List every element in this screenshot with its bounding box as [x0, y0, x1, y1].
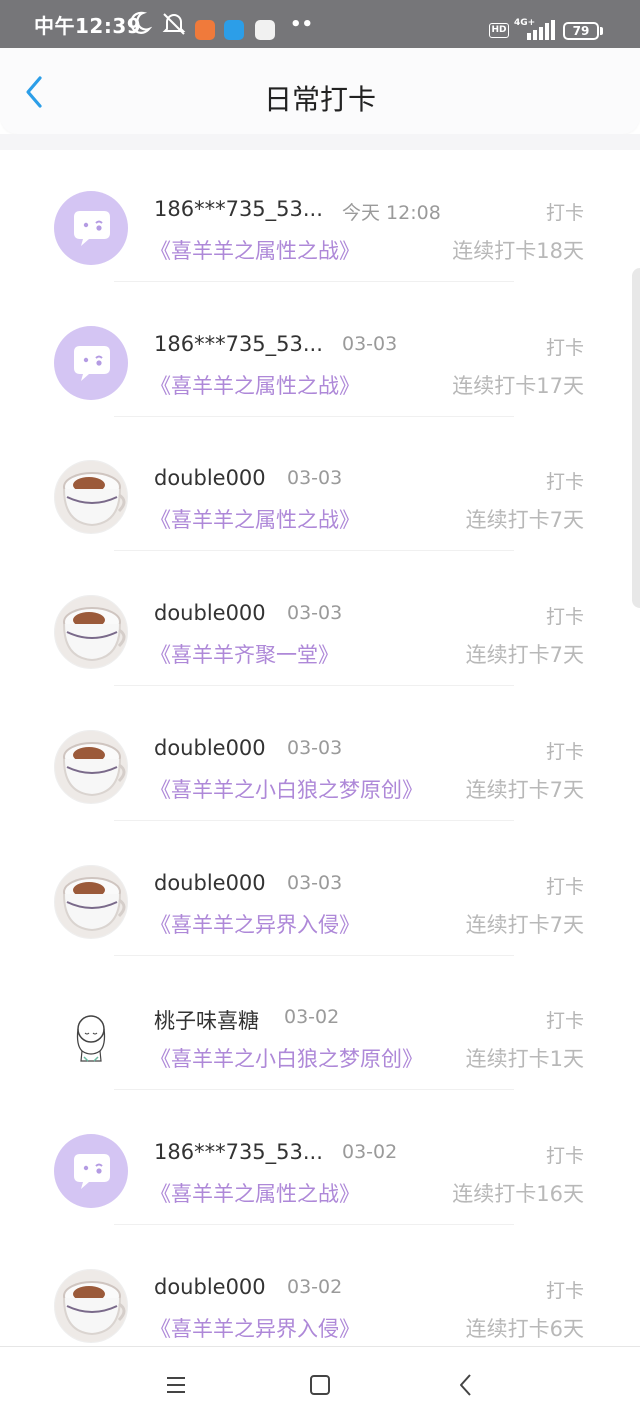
book-title-link[interactable]: 《喜羊羊之属性之战》: [150, 504, 360, 534]
user-name[interactable]: 186***735_53...: [154, 332, 323, 356]
checkin-time: 03-03: [342, 332, 398, 355]
list-item[interactable]: double000 03-03 打卡《喜羊羊之异界入侵》 连续打卡7天: [0, 824, 640, 959]
streak-count: 连续打卡7天: [465, 508, 584, 533]
checkin-label: 打卡: [545, 1279, 584, 1302]
streak-count: 连续打卡6天: [465, 1316, 584, 1341]
home-square-icon[interactable]: [302, 1369, 338, 1401]
checkin-time: 03-03: [287, 736, 343, 759]
divider: [114, 415, 514, 417]
user-name[interactable]: double000: [154, 1275, 266, 1299]
checkin-time: 03-03: [287, 467, 343, 490]
avatar[interactable]: [54, 1268, 128, 1343]
avatar[interactable]: [54, 595, 128, 670]
checkin-label: 打卡: [545, 875, 584, 898]
send-app-icon: [224, 20, 244, 40]
user-name[interactable]: double000: [154, 601, 266, 625]
checkin-label: 打卡: [545, 740, 584, 763]
checkin-label: 打卡: [545, 336, 584, 359]
book-title-link[interactable]: 《喜羊羊之小白狼之梦原创》: [150, 1043, 423, 1073]
header-separator: [0, 134, 640, 150]
chat-app-icon: [255, 20, 275, 40]
back-chevron-icon[interactable]: [448, 1369, 484, 1401]
divider: [114, 281, 514, 282]
checkin-label: 打卡: [545, 606, 584, 629]
book-title-link[interactable]: 《喜羊羊之异界入侵》: [150, 1313, 360, 1343]
checkin-time: 03-02: [287, 1275, 343, 1298]
checkin-time: 03-02: [284, 1006, 340, 1029]
checkin-label: 打卡: [545, 1010, 584, 1033]
avatar[interactable]: [54, 191, 128, 265]
list-item[interactable]: 186***735_53... 03-02 打卡《喜羊羊之属性之战》 连续打卡16天: [0, 1093, 640, 1228]
hd-badge: HD: [489, 23, 509, 38]
app-notification-icon: [195, 20, 215, 40]
list-item[interactable]: double000 03-03 打卡《喜羊羊齐聚一堂》 连续打卡7天: [0, 554, 640, 689]
list-item[interactable]: 186***735_53... 03-03 打卡《喜羊羊之属性之战》 连续打卡17天: [0, 285, 640, 420]
avatar[interactable]: [54, 999, 128, 1074]
status-bar: 中午12:39 •• HD 4G+ 79: [0, 0, 640, 48]
book-title-link[interactable]: 《喜羊羊之属性之战》: [150, 370, 360, 400]
divider: [114, 1223, 514, 1225]
checkin-time: 03-03: [287, 871, 343, 894]
streak-count: 连续打卡7天: [465, 912, 584, 937]
more-notifications-icon: ••: [290, 14, 314, 35]
checkin-time: 03-03: [287, 602, 343, 625]
user-name[interactable]: double000: [154, 466, 266, 490]
streak-count: 连续打卡7天: [465, 643, 584, 668]
streak-count: 连续打卡18天: [452, 239, 584, 263]
avatar[interactable]: [54, 460, 128, 535]
book-title-link[interactable]: 《喜羊羊齐聚一堂》: [150, 639, 339, 669]
system-navigation-bar: [0, 1346, 640, 1422]
checkin-label: 打卡: [545, 471, 584, 494]
book-title-link[interactable]: 《喜羊羊之属性之战》: [150, 1178, 360, 1208]
page-header: 日常打卡: [0, 48, 640, 134]
signal-icon: [527, 20, 555, 40]
book-title-link[interactable]: 《喜羊羊之属性之战》: [150, 235, 360, 265]
divider: [114, 954, 514, 956]
list-item[interactable]: double000 03-02 打卡《喜羊羊之异界入侵》 连续打卡6天: [0, 1228, 640, 1363]
streak-count: 连续打卡17天: [452, 373, 584, 398]
divider: [114, 685, 514, 687]
avatar[interactable]: [54, 1133, 128, 1208]
book-title-link[interactable]: 《喜羊羊之异界入侵》: [150, 909, 360, 939]
book-title-link[interactable]: 《喜羊羊之小白狼之梦原创》: [150, 774, 423, 804]
list-item[interactable]: 186***735_53... 今天 12:08 打卡《喜羊羊之属性之战》 连续打卡1…: [0, 150, 640, 285]
streak-count: 连续打卡7天: [465, 777, 584, 802]
mute-icon: [162, 13, 186, 35]
avatar[interactable]: [54, 325, 128, 400]
streak-count: 连续打卡1天: [465, 1047, 584, 1072]
list-item[interactable]: double000 03-03 打卡《喜羊羊之属性之战》 连续打卡7天: [0, 419, 640, 554]
page-title: 日常打卡: [263, 83, 376, 116]
streak-count: 连续打卡16天: [452, 1181, 584, 1206]
moon-icon: [130, 11, 152, 34]
status-time: 中午12:39: [34, 14, 142, 38]
divider: [114, 550, 514, 552]
checkin-label: 打卡: [545, 1144, 584, 1167]
checkin-label: 打卡: [545, 202, 584, 224]
battery-cap: [600, 27, 603, 35]
user-name[interactable]: 桃子味喜糖: [154, 1005, 259, 1035]
checkin-time: 03-02: [342, 1140, 398, 1163]
checkin-time: 今天 12:08: [342, 202, 441, 224]
avatar[interactable]: [54, 864, 128, 939]
list-item[interactable]: double000 03-03 打卡《喜羊羊之小白狼之梦原创》 连续打卡7天: [0, 689, 640, 824]
user-name[interactable]: double000: [154, 736, 266, 760]
user-name[interactable]: double000: [154, 871, 266, 895]
scroll-edge: [632, 268, 640, 608]
list-item[interactable]: 桃子味喜糖 03-02 打卡《喜羊羊之小白狼之梦原创》 连续打卡1天: [0, 958, 640, 1093]
divider: [114, 819, 514, 821]
avatar[interactable]: [54, 729, 128, 804]
battery-icon: 79: [563, 22, 599, 40]
divider: [114, 1089, 514, 1091]
user-name[interactable]: 186***735_53...: [154, 197, 323, 221]
user-name[interactable]: 186***735_53...: [154, 1140, 323, 1164]
menu-icon[interactable]: [158, 1369, 194, 1401]
